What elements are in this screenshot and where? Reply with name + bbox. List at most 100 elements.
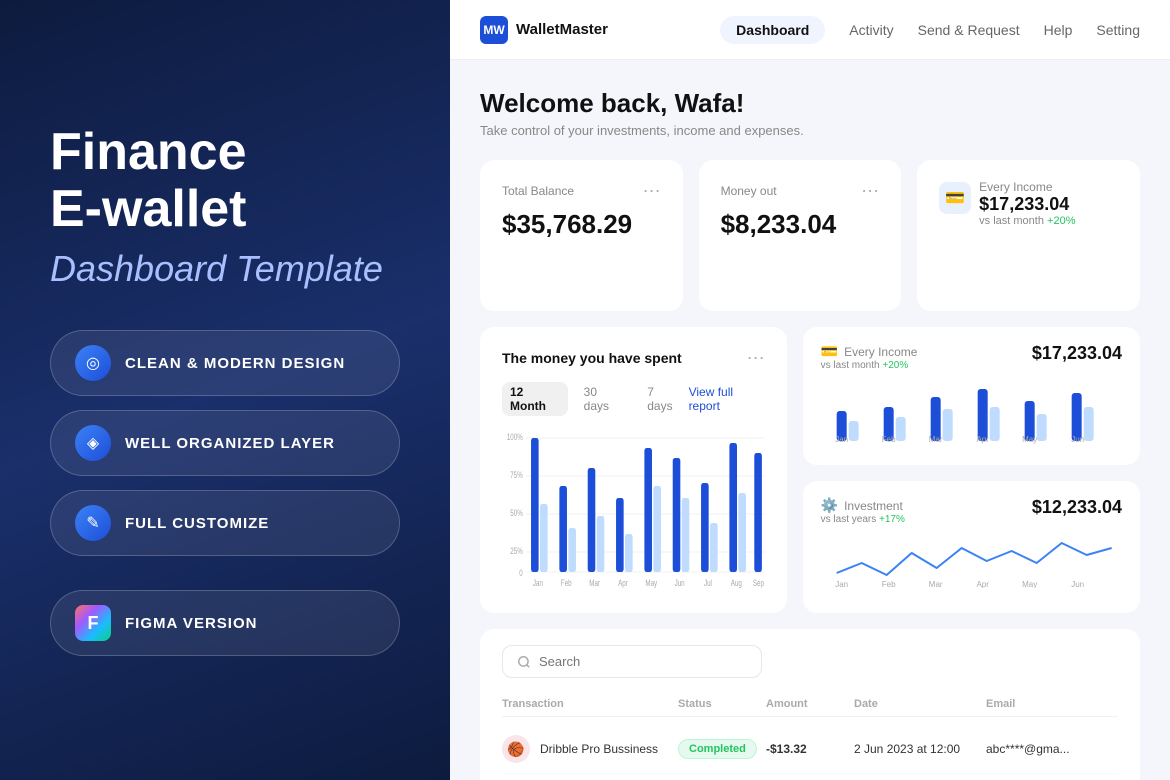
every-income-card: 💳 Every Income $17,233.04 vs last month …	[917, 160, 1140, 311]
tab-12month[interactable]: 12 Month	[502, 382, 568, 416]
svg-text:Apr: Apr	[976, 580, 989, 588]
income-mini-header: 💳 Every Income vs last month +20% $17,23…	[821, 343, 1122, 371]
chart-tabs: 12 Month 30 days 7 days	[502, 382, 689, 416]
every-income-value: $17,233.04	[979, 194, 1069, 215]
table-row: 🏀 Dribble Pro Bussiness Completed -$13.3…	[502, 725, 1118, 774]
spending-chart-card: The money you have spent ··· 12 Month 30…	[480, 327, 787, 613]
svg-text:Mar: Mar	[928, 435, 942, 444]
income-mini-icon: 💳	[821, 343, 838, 360]
nav-dashboard[interactable]: Dashboard	[720, 16, 825, 44]
total-balance-card: Total Balance ··· $35,768.29	[480, 160, 683, 311]
svg-text:Apr: Apr	[976, 435, 989, 444]
investment-mini-card: ⚙️ Investment vs last years +17% $12,233…	[803, 481, 1140, 613]
right-cards: 💳 Every Income vs last month +20% $17,23…	[803, 327, 1140, 613]
figma-button[interactable]: F FIGMA VERSION	[50, 590, 400, 656]
svg-text:Sep: Sep	[753, 578, 764, 588]
every-income-label: Every Income	[979, 180, 1069, 194]
transaction-email-dribbble: abc****@gma...	[986, 742, 1118, 756]
svg-text:100%: 100%	[507, 432, 523, 442]
transaction-section: Transaction Status Amount Date Email 🏀 D…	[480, 629, 1140, 780]
main-title: Finance E-wallet	[50, 124, 400, 238]
income-mini-card: 💳 Every Income vs last month +20% $17,23…	[803, 327, 1140, 465]
table-header: Transaction Status Amount Date Email	[502, 692, 1118, 717]
tab-30days[interactable]: 30 days	[576, 382, 632, 416]
nav-help[interactable]: Help	[1044, 18, 1073, 42]
svg-text:Jan: Jan	[533, 578, 543, 588]
investment-mini-label: ⚙️ Investment	[821, 497, 905, 514]
feature-organized-label: WELL ORGANIZED LAYER	[125, 435, 335, 452]
th-date: Date	[854, 698, 986, 710]
investment-mini-value: $12,233.04	[1032, 497, 1122, 518]
chart-title: The money you have spent	[502, 350, 682, 366]
transaction-status-dribbble: Completed	[678, 739, 766, 759]
investment-mini-header: ⚙️ Investment vs last years +17% $12,233…	[821, 497, 1122, 525]
svg-text:Aug: Aug	[731, 578, 742, 588]
spending-bar-chart: 100% 75% 50% 25% 0	[502, 428, 765, 588]
nav-setting[interactable]: Setting	[1096, 18, 1140, 42]
total-balance-menu[interactable]: ···	[643, 180, 661, 201]
total-balance-value: $35,768.29	[502, 209, 661, 240]
th-status: Status	[678, 698, 766, 710]
svg-text:Jun: Jun	[675, 578, 685, 588]
money-out-card: Money out ··· $8,233.04	[699, 160, 902, 311]
navbar: MW WalletMaster Dashboard Activity Send …	[450, 0, 1170, 60]
svg-text:Jan: Jan	[835, 435, 848, 444]
dribbble-icon: 🏀	[502, 735, 530, 763]
chart-menu[interactable]: ···	[747, 347, 765, 368]
income-mini-vs: vs last month +20%	[821, 360, 918, 371]
investment-mini-vs: vs last years +17%	[821, 514, 905, 525]
money-out-value: $8,233.04	[721, 209, 880, 240]
right-panel: MW WalletMaster Dashboard Activity Send …	[450, 0, 1170, 780]
feature-organized-button[interactable]: ◈ WELL ORGANIZED LAYER	[50, 410, 400, 476]
th-transaction: Transaction	[502, 698, 678, 710]
clean-icon: ◎	[75, 345, 111, 381]
transaction-date-dribbble: 2 Jun 2023 at 12:00	[854, 742, 986, 756]
logo: MW WalletMaster	[480, 16, 608, 44]
logo-icon: MW	[480, 16, 508, 44]
income-mini-label: 💳 Every Income	[821, 343, 918, 360]
every-income-vs: vs last month +20%	[979, 215, 1118, 227]
investment-line-chart: Jan Feb Mar Apr May Jun	[821, 533, 1122, 588]
left-panel: Finance E-wallet Dashboard Template ◎ CL…	[0, 0, 450, 780]
organized-icon: ◈	[75, 425, 111, 461]
chart-section: The money you have spent ··· 12 Month 30…	[480, 327, 1140, 613]
cards-row: Total Balance ··· $35,768.29 Money out ·…	[480, 160, 1140, 311]
nav-links: Dashboard Activity Send & Request Help S…	[720, 16, 1140, 44]
income-mini-value: $17,233.04	[1032, 343, 1122, 364]
chart-header: The money you have spent ···	[502, 347, 765, 368]
investment-mini-icon: ⚙️	[821, 497, 838, 514]
svg-text:May: May	[645, 578, 657, 588]
nav-send-request[interactable]: Send & Request	[918, 18, 1020, 42]
nav-activity[interactable]: Activity	[849, 18, 893, 42]
th-amount: Amount	[766, 698, 854, 710]
transaction-amount-dribbble: -$13.32	[766, 742, 854, 756]
feature-clean-button[interactable]: ◎ CLEAN & MODERN DESIGN	[50, 330, 400, 396]
svg-text:Apr: Apr	[618, 578, 628, 588]
svg-text:May: May	[1022, 435, 1037, 444]
money-out-menu[interactable]: ···	[861, 180, 879, 201]
every-income-icon: 💳	[939, 182, 971, 214]
customize-icon: ✎	[75, 505, 111, 541]
svg-text:Jan: Jan	[835, 580, 848, 588]
svg-text:50%: 50%	[510, 508, 523, 518]
svg-text:May: May	[1022, 580, 1037, 588]
feature-customize-label: FULL CUSTOMIZE	[125, 515, 269, 532]
welcome-title: Welcome back, Wafa!	[480, 88, 1140, 119]
search-icon	[517, 655, 531, 669]
search-bar[interactable]	[502, 645, 762, 678]
income-bar-chart-small: Jan Feb Mar Apr May Jun	[821, 379, 1122, 444]
svg-text:25%: 25%	[510, 546, 523, 556]
tab-7days[interactable]: 7 days	[639, 382, 688, 416]
search-input[interactable]	[539, 654, 715, 669]
feature-customize-button[interactable]: ✎ FULL CUSTOMIZE	[50, 490, 400, 556]
total-balance-label: Total Balance ···	[502, 180, 661, 201]
main-content: Welcome back, Wafa! Take control of your…	[450, 60, 1170, 780]
figma-label: FIGMA VERSION	[125, 615, 257, 632]
svg-text:Feb: Feb	[881, 580, 895, 588]
income-mini-bars	[939, 237, 1118, 287]
svg-text:Jun: Jun	[1071, 580, 1084, 588]
money-out-label: Money out ···	[721, 180, 880, 201]
view-full-report[interactable]: View full report	[689, 385, 765, 413]
svg-text:Feb: Feb	[561, 578, 572, 588]
svg-text:75%: 75%	[510, 470, 523, 480]
